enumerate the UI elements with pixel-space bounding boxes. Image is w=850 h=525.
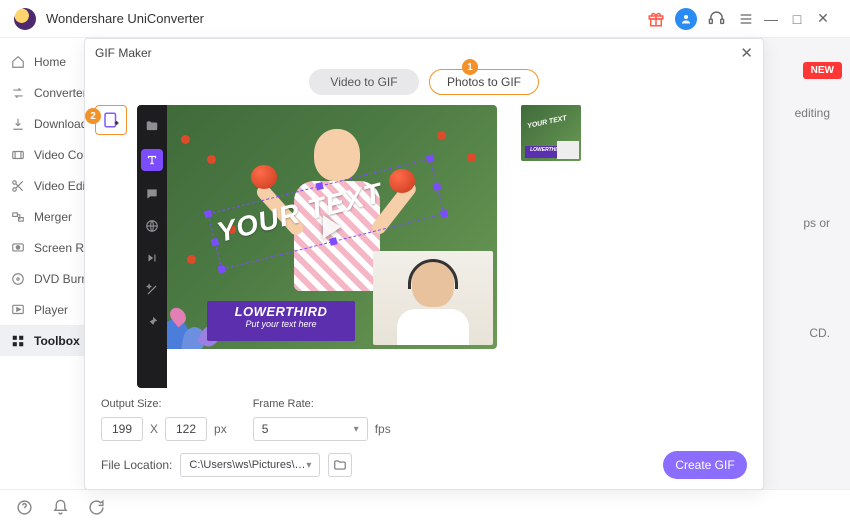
feedback-icon[interactable] bbox=[88, 499, 106, 517]
tool-skip-icon[interactable] bbox=[143, 249, 161, 267]
px-label: px bbox=[214, 422, 227, 436]
gift-icon[interactable] bbox=[644, 7, 668, 31]
editor-toolstrip bbox=[137, 105, 167, 388]
output-size-label: Output Size: bbox=[101, 398, 227, 410]
hamburger-menu-icon[interactable] bbox=[734, 7, 758, 31]
account-avatar-icon[interactable] bbox=[674, 7, 698, 31]
chevron-down-icon: ▾ bbox=[354, 424, 359, 435]
play-button[interactable] bbox=[323, 215, 341, 239]
callout-badge-2: 2 bbox=[85, 108, 101, 124]
maximize-button[interactable]: □ bbox=[784, 11, 810, 27]
tool-folder-icon[interactable] bbox=[143, 117, 161, 135]
media-thumbnail[interactable]: YOUR TEXT LOWERTHIRD bbox=[521, 105, 581, 161]
sidebar-item-screen-recorder[interactable]: Screen Recorder bbox=[0, 232, 95, 263]
disc-icon bbox=[10, 271, 26, 287]
scissors-icon bbox=[10, 178, 26, 194]
dialog-footer: File Location: C:\Users\ws\Pictures\Wond… bbox=[85, 441, 763, 489]
bg-text-fragment: CD. bbox=[809, 326, 830, 340]
sidebar-item-player[interactable]: Player bbox=[0, 294, 95, 325]
new-badge: NEW bbox=[803, 62, 842, 79]
picture-in-picture[interactable] bbox=[373, 251, 493, 345]
browse-folder-button[interactable] bbox=[328, 453, 352, 477]
home-icon bbox=[10, 54, 26, 70]
fps-label: fps bbox=[375, 422, 391, 436]
minimize-button[interactable]: — bbox=[758, 11, 784, 27]
convert-icon bbox=[10, 85, 26, 101]
tool-wand-icon[interactable] bbox=[143, 281, 161, 299]
download-icon bbox=[10, 116, 26, 132]
sidebar-item-video-editor[interactable]: Video Editor bbox=[0, 170, 95, 201]
tool-pin-icon[interactable] bbox=[143, 313, 161, 331]
sidebar-item-video-compressor[interactable]: Video Compressor bbox=[0, 139, 95, 170]
preview-canvas[interactable]: YOUR TEXT LOWERTHIRD Put your text here bbox=[167, 105, 497, 349]
sidebar-item-dvd-burner[interactable]: DVD Burner bbox=[0, 263, 95, 294]
create-gif-button[interactable]: Create GIF bbox=[663, 451, 747, 479]
tool-globe-icon[interactable] bbox=[143, 217, 161, 235]
sidebar-item-downloader[interactable]: Downloader bbox=[0, 108, 95, 139]
sidebar-item-home[interactable]: Home bbox=[0, 46, 95, 77]
framerate-label: Frame Rate: bbox=[253, 398, 391, 410]
app-logo bbox=[14, 8, 36, 30]
output-controls: Output Size: X px Frame Rate: 5 ▾ fps bbox=[85, 388, 763, 441]
sidebar-item-merger[interactable]: Merger bbox=[0, 201, 95, 232]
callout-badge-1: 1 bbox=[462, 59, 478, 75]
grid-icon bbox=[10, 333, 26, 349]
dialog-header: GIF Maker ✕ bbox=[85, 39, 763, 67]
record-icon bbox=[10, 240, 26, 256]
sidebar-item-label: Merger bbox=[34, 210, 72, 224]
file-location-label: File Location: bbox=[101, 458, 172, 472]
lowerthird-overlay[interactable]: LOWERTHIRD Put your text here bbox=[207, 301, 355, 341]
mode-tabs: Video to GIF Photos to GIF 1 bbox=[85, 69, 763, 95]
width-input[interactable] bbox=[101, 417, 143, 441]
sidebar-item-converter[interactable]: Converter bbox=[0, 77, 95, 108]
statusbar bbox=[0, 489, 850, 525]
file-location-select[interactable]: C:\Users\ws\Pictures\Wonders ▾ bbox=[180, 453, 320, 477]
sidebar-item-label: Player bbox=[34, 303, 68, 317]
tool-chat-icon[interactable] bbox=[143, 185, 161, 203]
sidebar-item-label: Toolbox bbox=[34, 334, 80, 348]
bg-text-fragment: editing bbox=[795, 106, 830, 120]
sidebar: Home Converter Downloader Video Compress… bbox=[0, 38, 96, 489]
gif-maker-dialog: GIF Maker ✕ Video to GIF Photos to GIF 1… bbox=[84, 38, 764, 490]
close-window-button[interactable]: ✕ bbox=[810, 10, 836, 27]
merge-icon bbox=[10, 209, 26, 225]
bell-icon[interactable] bbox=[52, 499, 70, 517]
tool-text-icon[interactable] bbox=[141, 149, 163, 171]
help-icon[interactable] bbox=[16, 499, 34, 517]
titlebar: Wondershare UniConverter — □ ✕ bbox=[0, 0, 850, 38]
sidebar-item-label: Home bbox=[34, 55, 66, 69]
tab-photos-to-gif[interactable]: Photos to GIF bbox=[429, 69, 539, 95]
sidebar-item-toolbox[interactable]: Toolbox bbox=[0, 325, 95, 356]
height-input[interactable] bbox=[165, 417, 207, 441]
dialog-close-button[interactable]: ✕ bbox=[740, 44, 753, 62]
add-media-button[interactable]: 2 bbox=[95, 105, 127, 135]
chevron-down-icon: ▾ bbox=[306, 460, 311, 471]
dialog-title: GIF Maker bbox=[95, 46, 152, 60]
support-icon[interactable] bbox=[704, 7, 728, 31]
app-title: Wondershare UniConverter bbox=[46, 11, 204, 26]
bg-text-fragment: ps or bbox=[803, 216, 830, 230]
tab-video-to-gif[interactable]: Video to GIF bbox=[309, 69, 419, 95]
framerate-select[interactable]: 5 ▾ bbox=[253, 417, 368, 441]
size-x-label: X bbox=[150, 422, 158, 436]
compress-icon bbox=[10, 147, 26, 163]
play-icon bbox=[10, 302, 26, 318]
sidebar-item-label: Converter bbox=[34, 86, 87, 100]
